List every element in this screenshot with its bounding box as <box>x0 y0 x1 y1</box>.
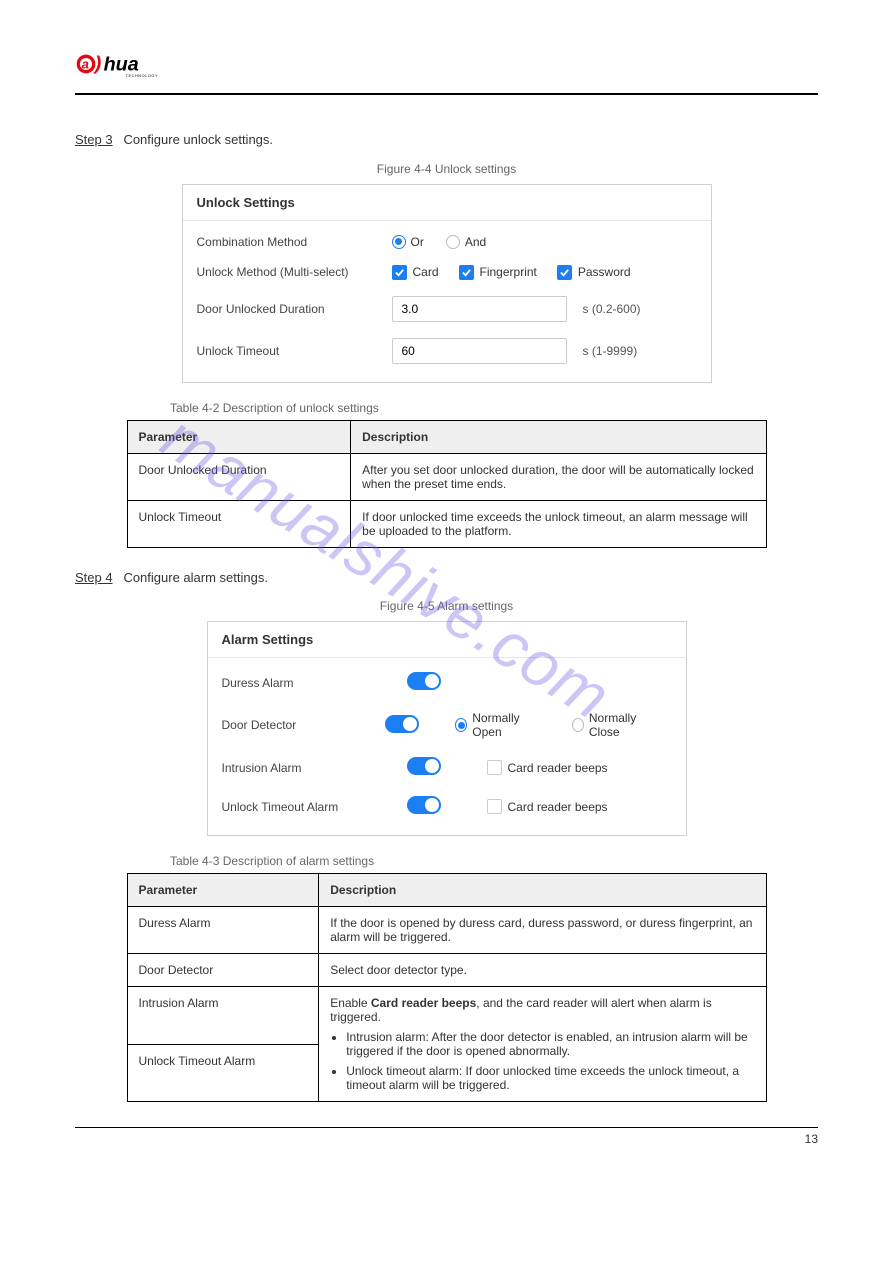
unlock-timeout-alarm-label: Unlock Timeout Alarm <box>222 800 407 814</box>
figure-unlock-caption: Figure 4-4 Unlock settings <box>75 162 818 176</box>
page-number: 13 <box>805 1128 818 1166</box>
document-header: a ) hua TECHNOLOGY <box>75 0 818 95</box>
alhua-logo-icon: a ) hua TECHNOLOGY <box>75 45 185 83</box>
duress-alarm-toggle[interactable] <box>407 672 441 690</box>
step-4-text: Configure alarm settings. <box>123 570 268 585</box>
col-description: Description <box>319 874 766 907</box>
table-cell: Unlock Timeout <box>127 500 351 547</box>
radio-icon <box>455 718 467 732</box>
table-row: Unlock Timeout If door unlocked time exc… <box>127 500 766 547</box>
normally-open-label: Normally Open <box>472 711 539 739</box>
alarm-settings-panel: Alarm Settings Duress Alarm Door Detecto… <box>207 621 687 836</box>
svg-text:TECHNOLOGY: TECHNOLOGY <box>126 74 158 78</box>
unlock-settings-panel: Unlock Settings Combination Method Or An… <box>182 184 712 383</box>
unlock-description-table: Parameter Description Door Unlocked Dura… <box>127 420 767 548</box>
unlock-fingerprint-checkbox[interactable]: Fingerprint <box>459 265 537 280</box>
normally-close-radio[interactable]: Normally Close <box>572 711 658 739</box>
list-item: Intrusion alarm: After the door detector… <box>346 1030 754 1058</box>
table-cell: If the door is opened by duress card, du… <box>319 907 766 954</box>
combination-and-radio[interactable]: And <box>446 235 486 249</box>
duress-alarm-label: Duress Alarm <box>222 676 407 690</box>
table-row: Duress Alarm If the door is opened by du… <box>127 907 766 954</box>
col-description: Description <box>351 420 766 453</box>
table-cell: Unlock Timeout Alarm <box>127 1044 319 1102</box>
door-unlocked-duration-input[interactable] <box>392 296 567 322</box>
step-4-block: Step 4 Configure alarm settings. <box>75 568 818 588</box>
intrusion-beep-checkbox[interactable]: Card reader beeps <box>487 760 608 775</box>
door-unlocked-duration-label: Door Unlocked Duration <box>197 302 392 316</box>
door-detector-toggle[interactable] <box>385 715 419 733</box>
checkbox-icon <box>392 265 407 280</box>
intrusion-beep-label: Card reader beeps <box>508 761 608 775</box>
timeout-beep-label: Card reader beeps <box>508 800 608 814</box>
duration-unit: s (0.2-600) <box>583 302 641 316</box>
normally-open-radio[interactable]: Normally Open <box>455 711 540 739</box>
radio-icon <box>572 718 584 732</box>
timeout-unit: s (1-9999) <box>583 344 638 358</box>
table-row: Door Unlocked Duration After you set doo… <box>127 453 766 500</box>
combination-or-radio[interactable]: Or <box>392 235 424 249</box>
text-bold: Card reader beeps <box>371 996 476 1010</box>
unlock-panel-title: Unlock Settings <box>183 185 711 221</box>
unlock-timeout-input[interactable] <box>392 338 567 364</box>
checkbox-icon <box>487 760 502 775</box>
alarm-panel-title: Alarm Settings <box>208 622 686 658</box>
figure-alarm-caption: Figure 4-5 Alarm settings <box>75 599 818 613</box>
table-cell: Enable Card reader beeps, and the card r… <box>319 987 766 1102</box>
checkbox-icon <box>557 265 572 280</box>
table-cell: Door Unlocked Duration <box>127 453 351 500</box>
list-item: Unlock timeout alarm: If door unlocked t… <box>346 1064 754 1092</box>
alarm-description-table: Parameter Description Duress Alarm If th… <box>127 873 767 1102</box>
normally-close-label: Normally Close <box>589 711 658 739</box>
unlock-timeout-alarm-toggle[interactable] <box>407 796 441 814</box>
table-cell: After you set door unlocked duration, th… <box>351 453 766 500</box>
radio-icon <box>392 235 406 249</box>
unlock-password-checkbox[interactable]: Password <box>557 265 631 280</box>
timeout-beep-checkbox[interactable]: Card reader beeps <box>487 799 608 814</box>
combination-or-label: Or <box>411 235 424 249</box>
table-row: Intrusion Alarm Enable Card reader beeps… <box>127 987 766 1045</box>
footer-separator <box>75 1127 818 1128</box>
svg-text:a: a <box>82 56 89 71</box>
step-3-block: Step 3 Configure unlock settings. <box>75 130 818 150</box>
alarm-table-caption: Table 4-3 Description of alarm settings <box>170 854 818 868</box>
table-row: Door Detector Select door detector type. <box>127 954 766 987</box>
col-parameter: Parameter <box>127 420 351 453</box>
unlock-table-caption: Table 4-2 Description of unlock settings <box>170 401 818 415</box>
unlock-fingerprint-label: Fingerprint <box>480 265 537 279</box>
checkbox-icon <box>487 799 502 814</box>
unlock-password-label: Password <box>578 265 631 279</box>
door-detector-label: Door Detector <box>222 718 385 732</box>
table-cell: Select door detector type. <box>319 954 766 987</box>
table-cell: Door Detector <box>127 954 319 987</box>
step-3-label: Step 3 <box>75 132 113 147</box>
combination-method-label: Combination Method <box>197 235 392 249</box>
checkbox-icon <box>459 265 474 280</box>
step-3-text: Configure unlock settings. <box>123 132 273 147</box>
unlock-method-label: Unlock Method (Multi-select) <box>197 265 392 279</box>
unlock-card-checkbox[interactable]: Card <box>392 265 439 280</box>
col-parameter: Parameter <box>127 874 319 907</box>
table-cell: Duress Alarm <box>127 907 319 954</box>
combination-and-label: And <box>465 235 486 249</box>
unlock-timeout-label: Unlock Timeout <box>197 344 392 358</box>
brand-logo: a ) hua TECHNOLOGY <box>75 45 818 83</box>
radio-icon <box>446 235 460 249</box>
step-4-label: Step 4 <box>75 570 113 585</box>
svg-text:hua: hua <box>104 54 139 76</box>
table-cell: If door unlocked time exceeds the unlock… <box>351 500 766 547</box>
text-part: Enable <box>330 996 371 1010</box>
intrusion-alarm-toggle[interactable] <box>407 757 441 775</box>
intrusion-alarm-label: Intrusion Alarm <box>222 761 407 775</box>
table-cell: Intrusion Alarm <box>127 987 319 1045</box>
unlock-card-label: Card <box>413 265 439 279</box>
